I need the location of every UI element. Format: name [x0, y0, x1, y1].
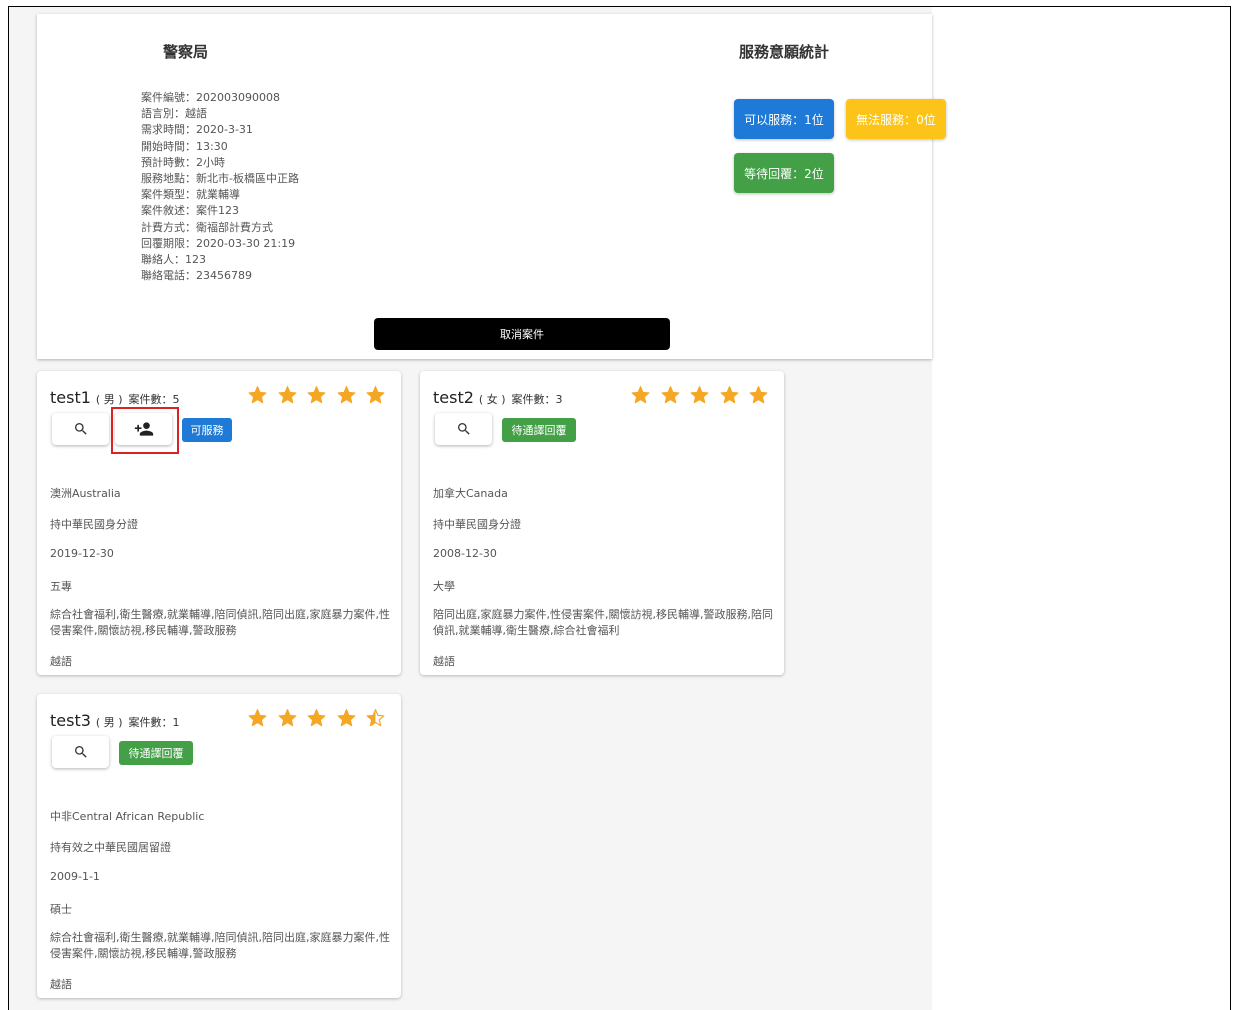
case-location: 服務地點：新北市-板橋區中正路: [141, 172, 299, 186]
case-number: 案件編號：202003090008: [141, 91, 280, 104]
star-icon: [689, 385, 710, 405]
interpreter-header: test1 ( 男 ) 案件數：5: [50, 388, 179, 407]
interpreter-education: 碩士: [50, 903, 72, 916]
star-icon: [306, 385, 327, 405]
case-contact: 聯絡人：123: [141, 253, 206, 267]
case-start-time: 開始時間：13:30: [141, 139, 228, 153]
case-type: 案件類型：就業輔導: [141, 188, 240, 202]
view-details-button[interactable]: [435, 413, 492, 445]
star-icon: [336, 385, 357, 405]
interpreter-education: 大學: [433, 580, 455, 593]
interpreter-case-count: 案件數：1: [128, 716, 180, 729]
case-request-date: 需求時間：2020-3-31: [141, 123, 253, 137]
star-icon: [748, 385, 769, 405]
status-badge: 待通譯回覆: [502, 418, 576, 442]
unavailable-count-button[interactable]: 無法服務：0位: [846, 99, 946, 139]
star-half-icon: [365, 708, 386, 728]
status-badge: 待通譯回覆: [119, 741, 193, 765]
interpreter-date: 2019-12-30: [50, 547, 114, 560]
star-icon: [336, 708, 357, 728]
interpreter-header: test2 ( 女 ) 案件數：3: [433, 388, 562, 407]
case-reply-deadline: 回覆期限：2020-03-30 21:19: [141, 236, 296, 250]
interpreter-education: 五專: [50, 580, 72, 593]
search-icon: [74, 423, 87, 435]
window-border-right: [1230, 6, 1231, 1010]
interpreter-date: 2008-12-30: [433, 547, 497, 560]
interpreter-id-type: 持中華民國身分證: [50, 518, 138, 531]
assign-interpreter-button[interactable]: [115, 413, 172, 445]
interpreter-card: test2 ( 女 ) 案件數：3 待通譯回覆 加拿大Canada 持中華民國身…: [420, 371, 784, 675]
search-icon: [74, 746, 87, 758]
star-icon: [247, 385, 268, 405]
star-icon: [277, 708, 298, 728]
star-icon: [365, 385, 386, 405]
person-add-icon: [134, 422, 153, 436]
interpreter-services: 陪同出庭,家庭暴力案件,性侵害案件,關懷訪視,移民輔導,警政服務,陪同偵訊,就業…: [433, 608, 773, 637]
interpreter-country: 中非Central African Republic: [50, 810, 205, 823]
rating-stars: [630, 385, 778, 405]
interpreter-case-count: 案件數：5: [128, 393, 180, 406]
status-badge: 可服務: [182, 418, 232, 442]
case-detail-page: 警察局 服務意願統計 案件編號：202003090008 語言別：越語 需求時間…: [9, 7, 946, 1010]
case-duration: 預計時數：2小時: [141, 155, 225, 169]
case-description: 案件敘述：案件123: [141, 204, 239, 218]
case-summary-card: 警察局 服務意願統計 案件編號：202003090008 語言別：越語 需求時間…: [37, 14, 946, 359]
case-phone: 聯絡電話：23456789: [141, 269, 252, 283]
interpreter-date: 2009-1-1: [50, 870, 100, 883]
interpreter-id-type: 持中華民國身分證: [433, 518, 521, 531]
interpreter-header: test3 ( 男 ) 案件數：1: [50, 711, 179, 730]
interpreter-services: 綜合社會福利,衛生醫療,就業輔導,陪同偵訊,陪同出庭,家庭暴力案件,性侵害案件,…: [50, 931, 390, 960]
star-icon: [719, 385, 740, 405]
star-icon: [306, 708, 327, 728]
star-icon: [660, 385, 681, 405]
star-icon: [247, 708, 268, 728]
interpreter-id-type: 持有效之中華民國居留證: [50, 841, 171, 854]
agency-title: 警察局: [163, 43, 209, 61]
interpreter-language: 越語: [433, 655, 455, 668]
interpreter-case-count: 案件數：3: [511, 393, 563, 406]
interpreter-gender: ( 男 ): [95, 393, 123, 406]
interpreter-card: test3 ( 男 ) 案件數：1 待通譯回覆 中非Central Africa…: [37, 694, 401, 998]
interpreter-gender: ( 女 ): [478, 393, 506, 406]
cancel-case-button[interactable]: 取消案件: [374, 318, 670, 350]
rating-stars: [247, 385, 395, 405]
interpreter-language: 越語: [50, 655, 72, 668]
case-billing: 計費方式：衛福部計費方式: [141, 220, 273, 234]
interpreter-gender: ( 男 ): [95, 716, 123, 729]
search-icon: [457, 423, 470, 435]
interpreter-name: test3: [50, 711, 91, 730]
case-info-list: 案件編號：202003090008 語言別：越語 需求時間：2020-3-31 …: [141, 90, 299, 284]
rating-stars: [247, 708, 395, 728]
interpreter-name: test2: [433, 388, 474, 407]
case-language: 語言別：越語: [141, 107, 207, 121]
window-border-top-right: [932, 6, 1230, 7]
waiting-count-button[interactable]: 等待回覆：2位: [734, 153, 834, 193]
star-icon: [630, 385, 651, 405]
interpreter-card: test1 ( 男 ) 案件數：5 可服務 澳洲Australia 持中華民國身…: [37, 371, 401, 675]
interpreter-language: 越語: [50, 978, 72, 991]
interpreter-services: 綜合社會福利,衛生醫療,就業輔導,陪同偵訊,陪同出庭,家庭暴力案件,性侵害案件,…: [50, 608, 390, 637]
star-icon: [277, 385, 298, 405]
stats-title: 服務意願統計: [739, 43, 830, 61]
interpreter-name: test1: [50, 388, 91, 407]
interpreter-country: 加拿大Canada: [433, 487, 508, 500]
view-details-button[interactable]: [52, 413, 109, 445]
available-count-button[interactable]: 可以服務：1位: [734, 99, 834, 139]
view-details-button[interactable]: [52, 736, 109, 768]
interpreter-country: 澳洲Australia: [50, 487, 121, 500]
